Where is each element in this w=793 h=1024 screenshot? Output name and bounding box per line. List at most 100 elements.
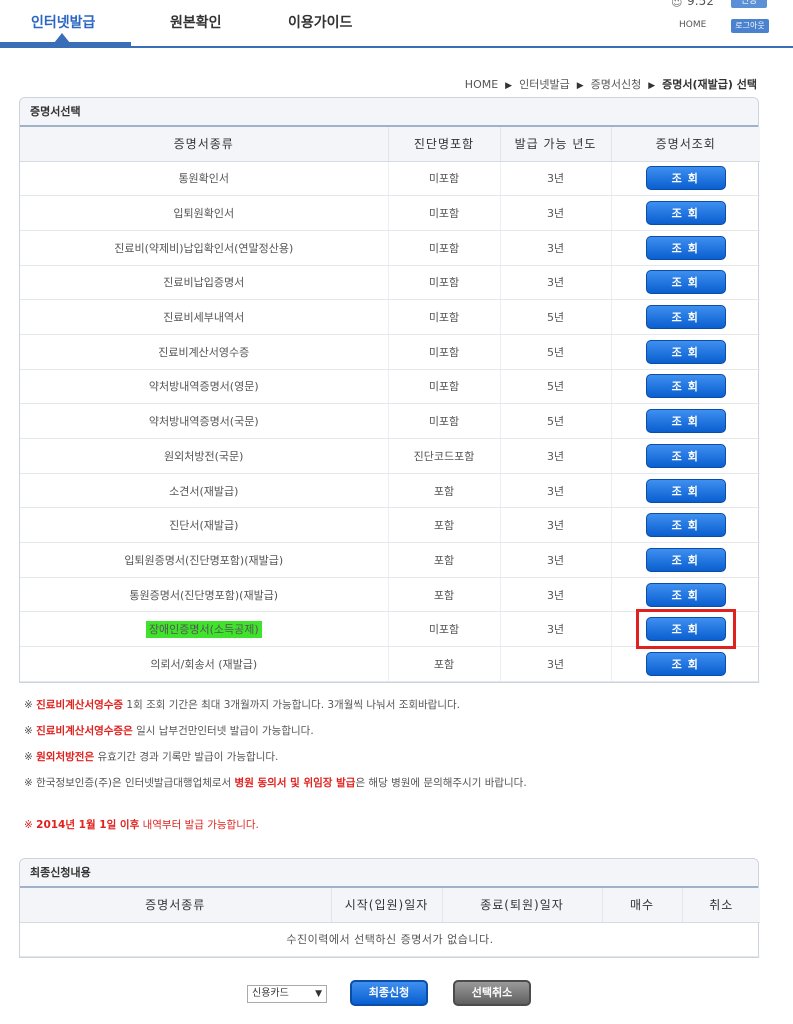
table-row: 진단서(재발급) 포함 3년 조회 [20,507,760,544]
available-years: 3년 [500,438,612,474]
diagnosis-included: 미포함 [388,334,501,370]
header-start-date: 시작(입원)일자 [331,888,443,923]
table-row: 소견서(재발급) 포함 3년 조회 [20,473,760,509]
available-years: 5년 [500,403,612,439]
available-years: 5년 [500,334,612,370]
breadcrumb-internet-issuance[interactable]: 인터넷발급 [519,78,570,91]
certificate-type: 입퇴원확인서 [173,207,235,221]
lookup-button[interactable]: 조회 [645,235,726,260]
available-years: 3년 [500,646,612,682]
available-years: 3년 [500,473,612,509]
final-submit-button[interactable]: 최종신청 [350,980,428,1006]
lookup-button[interactable]: 조회 [645,617,726,642]
lookup-button[interactable]: 조회 [645,409,726,434]
diagnosis-included: 포함 [388,473,501,509]
certificate-type: 약처방내역증명서(영문) [148,380,259,394]
lookup-cell: 조회 [611,609,760,650]
diagnosis-included: 포함 [388,646,501,682]
diagnosis-included: 미포함 [388,299,501,335]
available-years: 3년 [500,265,612,301]
user-icon: ☺ [671,0,683,9]
lookup-cell: 조회 [611,473,760,509]
available-years: 3년 [500,542,612,578]
breadcrumb-separator: ▶ [505,81,513,91]
table-row: 통원확인서 미포함 3년 조회 [20,161,760,197]
table-header-row: 증명서종류 시작(입원)일자 종료(퇴원)일자 매수 취소 [20,888,760,923]
available-years: 3년 [500,230,612,266]
certificate-type-cell: 소견서(재발급) [20,473,389,509]
lookup-button[interactable]: 조회 [645,513,726,538]
available-years: 3년 [500,195,612,231]
lookup-button[interactable]: 조회 [645,443,726,468]
note-text: 은 해당 병원에 문의해주시기 바랍니다. [355,777,527,789]
certificate-type-cell: 장애인증명서(소득공제) [20,611,389,648]
note-highlight: 진료비계산서영수증은 [36,725,133,737]
lookup-cell: 조회 [611,161,760,197]
certificate-type-cell: 약처방내역증명서(영문) [20,369,389,405]
note-highlight: 2014년 1월 1일 이후 [36,819,140,831]
note-text: 유효기간 경과 기록만 발급이 가능합니다. [94,751,279,763]
breadcrumb-separator: ▶ [576,81,584,91]
lookup-button[interactable]: 조회 [645,270,726,295]
certificate-table: 증명서종류 진단명포함 발급 가능 년도 증명서조회 통원확인서 미포함 3년 조회 입… [20,127,760,682]
active-tab-bar [0,42,131,47]
note-text: ※ 한국정보인증(주)은 인터넷발급대행업체로서 [24,777,235,789]
certificate-type: 진료비세부내역서 [163,311,245,325]
payment-method-select[interactable]: 신용카드 ▼ [247,985,327,1003]
breadcrumb: HOME ▶ 인터넷발급 ▶ 증명서신청 ▶ 증명서(재발급) 선택 [465,76,757,92]
lookup-cell: 조회 [611,577,760,613]
table-header-row: 증명서종류 진단명포함 발급 가능 년도 증명서조회 [20,127,760,162]
home-link[interactable]: HOME [679,20,706,30]
lookup-cell: 조회 [611,646,760,682]
certificate-type: 진료비(약제비)납입확인서(연말정산용) [114,241,294,255]
lookup-button[interactable]: 조회 [645,305,726,330]
lookup-button[interactable]: 조회 [645,478,726,503]
breadcrumb-home[interactable]: HOME [465,78,498,91]
available-years: 3년 [500,507,612,544]
diagnosis-included: 미포함 [388,161,501,197]
certificate-type: 통원확인서 [178,172,230,186]
recent-request-panel: 최종신청내용 증명서종류 시작(입원)일자 종료(퇴원)일자 매수 취소 수진이… [19,858,760,958]
certificate-type: 의뢰서/회송서 (재발급) [150,657,258,671]
diagnosis-included: 진단코드포함 [388,438,501,474]
header-lookup: 증명서조회 [611,127,760,162]
lookup-button[interactable]: 조회 [645,582,726,607]
certificate-type-cell: 진료비계산서영수증 [20,334,389,370]
tab-original-check[interactable]: 원본확인 [170,12,222,32]
header-diagnosis-included: 진단명포함 [388,127,501,162]
lookup-button[interactable]: 조회 [645,166,726,191]
session-time: 9:52 [687,0,714,8]
lookup-button[interactable]: 조회 [645,651,726,676]
note-highlight: 원외처방전은 [36,751,95,763]
lookup-button[interactable]: 조회 [645,339,726,364]
note-receipt-period: ※ 진료비계산서영수증 1회 조회 기간은 최대 3개월까지 가능합니다. 3개… [24,697,764,723]
recent-request-table: 증명서종류 시작(입원)일자 종료(퇴원)일자 매수 취소 수진이력에서 선택하… [20,888,760,957]
table-row: 약처방내역증명서(국문) 미포함 5년 조회 [20,403,760,439]
header-available-years: 발급 가능 년도 [500,127,612,162]
lookup-cell: 조회 [611,438,760,474]
header-cancel: 취소 [682,888,760,923]
tab-internet-issuance[interactable]: 인터넷발급 [31,12,95,32]
breadcrumb-certificate-request[interactable]: 증명서신청 [591,78,642,91]
certificate-type: 장애인증명서(소득공제) [145,621,262,639]
diagnosis-included: 미포함 [388,265,501,301]
lookup-cell: 조회 [611,334,760,370]
table-row: 의뢰서/회송서 (재발급) 포함 3년 조회 [20,646,760,682]
note-text: 일시 납부건만인터넷 발급이 가능합니다. [132,725,314,737]
table-row: 진료비계산서영수증 미포함 5년 조회 [20,334,760,370]
empty-row: 수진이력에서 선택하신 증명서가 없습니다. [20,922,760,957]
lookup-cell: 조회 [611,507,760,544]
tab-user-guide[interactable]: 이용가이드 [288,12,352,32]
available-years: 5년 [500,299,612,335]
header-certificate-type: 증명서종류 [20,888,332,923]
lookup-button[interactable]: 조회 [645,374,726,399]
logout-button[interactable]: 로그아웃 [731,19,769,33]
lookup-button[interactable]: 조회 [645,547,726,572]
diagnosis-included: 미포함 [388,369,501,405]
cancel-selection-button[interactable]: 선택취소 [453,980,531,1006]
lookup-button[interactable]: 조회 [645,201,726,226]
extend-session-button[interactable]: 연장 [731,0,767,8]
table-row: 진료비납입증명서 미포함 3년 조회 [20,265,760,301]
empty-message: 수진이력에서 선택하신 증명서가 없습니다. [20,922,760,957]
header-certificate-type: 증명서종류 [20,127,389,162]
